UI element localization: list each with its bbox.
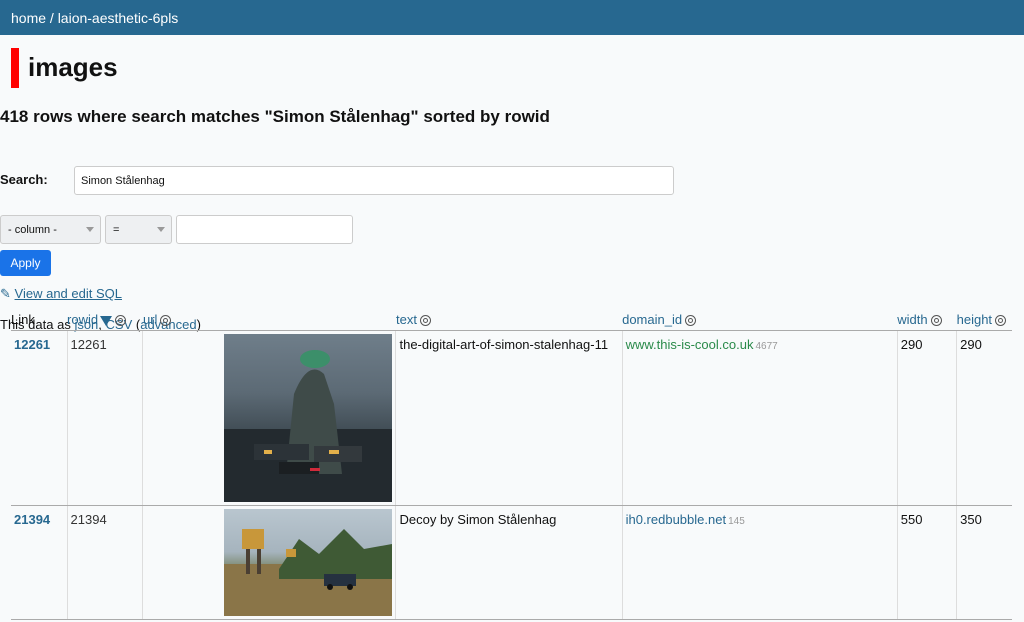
text-cell: Decoy by Simon Stålenhag [395, 505, 623, 620]
height-cell: 350 [956, 505, 1012, 620]
url-cell [142, 505, 397, 620]
row-link[interactable]: 21394 [14, 512, 50, 527]
gear-icon[interactable] [685, 315, 697, 327]
operator-select-value: = [113, 223, 120, 236]
domain-cell: www.this-is-cool.co.uk 4677 [622, 330, 898, 506]
column-header-width-label[interactable]: width [897, 312, 927, 327]
page-title: images [28, 52, 118, 82]
link-cell: 21394 [11, 505, 68, 620]
view-edit-sql-link[interactable]: ✎ View and edit SQL [0, 286, 122, 302]
column-header-text-label[interactable]: text [396, 312, 417, 327]
column-header-height[interactable]: height [956, 310, 1012, 331]
pencil-icon: ✎ [0, 286, 11, 301]
column-header-link: Link [11, 310, 68, 331]
gear-icon[interactable] [160, 315, 172, 327]
row-count-heading: 418 rows where search matches "Simon Stå… [0, 107, 550, 126]
column-header-width[interactable]: width [897, 310, 957, 331]
thumbnail-art [224, 528, 393, 616]
breadcrumb[interactable]: home / laion-aesthetic-6pls [11, 10, 178, 26]
view-edit-sql-label: View and edit SQL [14, 286, 122, 301]
chevron-down-icon [157, 227, 165, 232]
table-row: 21394 21394 Decoy by Simon Stålenhag ih0… [11, 505, 1012, 620]
domain-fk-id: 4677 [755, 340, 778, 352]
search-input[interactable] [74, 166, 674, 195]
rowid-cell: 21394 [67, 505, 144, 620]
title-row: images [11, 35, 1013, 105]
url-cell [142, 330, 397, 506]
apply-button[interactable]: Apply [0, 250, 51, 276]
table-row: 12261 12261 the-digital-art-of-simon-sta… [11, 330, 1012, 506]
column-header-rowid[interactable]: rowid [67, 310, 143, 331]
thumbnail-art [224, 349, 393, 502]
domain-link[interactable]: ih0.redbubble.net [626, 512, 726, 527]
gear-icon[interactable] [115, 315, 127, 327]
column-select-value: - column - [8, 223, 57, 236]
operator-select[interactable]: = [105, 215, 172, 244]
width-cell: 550 [897, 505, 958, 620]
thumbnail-image[interactable] [224, 508, 393, 616]
column-select[interactable]: - column - [0, 215, 101, 244]
row-link[interactable]: 12261 [14, 337, 50, 352]
top-navigation-bar: home / laion-aesthetic-6pls [0, 0, 1024, 35]
title-accent-bar [11, 48, 19, 88]
main-content: images 418 rows where search matches "Si… [0, 35, 1024, 332]
column-header-domain-id-label[interactable]: domain_id [622, 312, 682, 327]
domain-cell: ih0.redbubble.net 145 [622, 505, 898, 620]
column-header-text[interactable]: text [395, 310, 623, 331]
height-cell: 290 [956, 330, 1012, 506]
domain-link[interactable]: www.this-is-cool.co.uk [626, 337, 754, 352]
filter-value-input[interactable] [176, 215, 353, 244]
column-header-domain-id[interactable]: domain_id [622, 310, 898, 331]
column-header-rowid-label[interactable]: rowid [67, 312, 98, 327]
chevron-down-icon [86, 227, 94, 232]
link-cell: 12261 [11, 330, 68, 506]
domain-fk-id: 145 [728, 515, 745, 527]
width-cell: 290 [897, 330, 958, 506]
thumbnail-image[interactable] [224, 333, 393, 502]
sort-descending-icon [100, 315, 113, 326]
gear-icon[interactable] [419, 315, 431, 327]
text-cell: the-digital-art-of-simon-stalenhag-11 [395, 330, 623, 506]
search-label: Search: [0, 172, 48, 187]
column-header-height-label[interactable]: height [957, 312, 992, 327]
column-header-link-label: Link [11, 312, 35, 328]
table-header-row: Link rowid url text domain_id width heig… [11, 310, 1012, 331]
gear-icon[interactable] [995, 315, 1007, 327]
column-header-url-label[interactable]: url [143, 312, 157, 327]
column-header-url[interactable]: url [142, 310, 396, 331]
results-table: Link rowid url text domain_id width heig… [11, 310, 1012, 620]
gear-icon[interactable] [930, 315, 942, 327]
rowid-cell: 12261 [67, 330, 144, 506]
